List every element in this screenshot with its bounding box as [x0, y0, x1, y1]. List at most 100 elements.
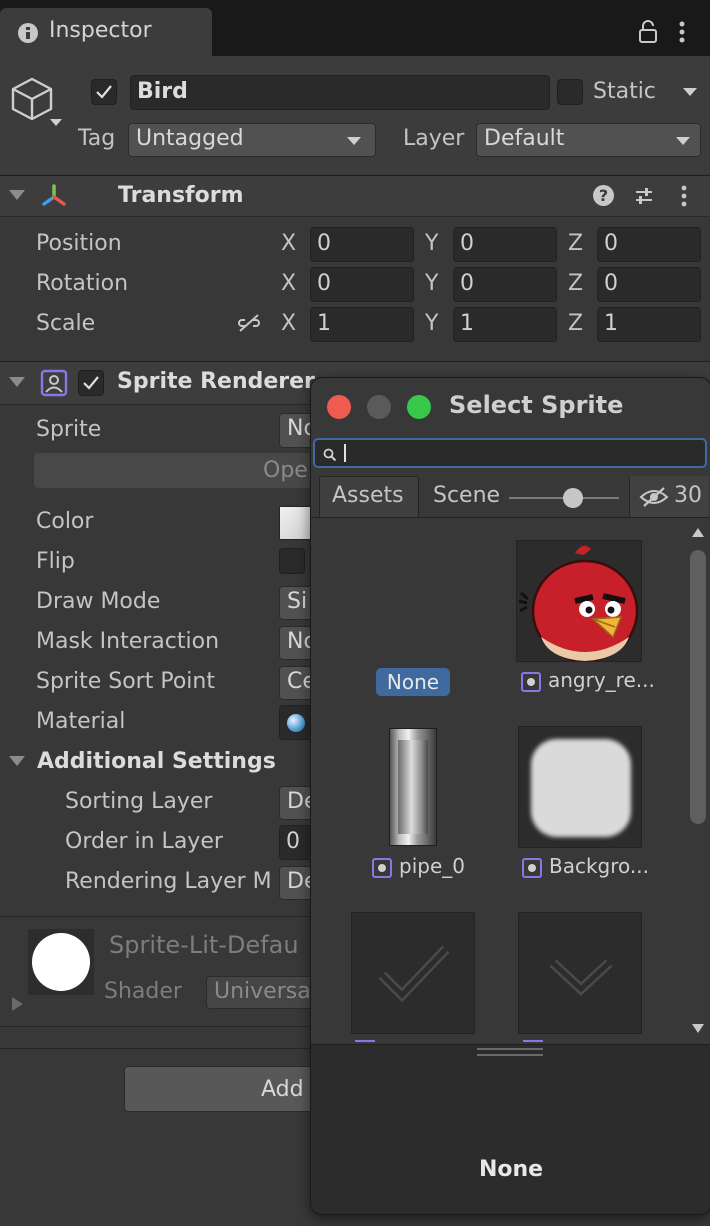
transform-axes-icon: [40, 183, 68, 215]
sprite-sort-point-label: Sprite Sort Point: [36, 669, 215, 694]
pipe-thumbnail-inner: [398, 740, 428, 834]
tag-dropdown[interactable]: Untagged: [128, 123, 376, 157]
position-x-field[interactable]: 0: [310, 227, 414, 262]
static-dropdown-arrow[interactable]: [683, 88, 697, 96]
object-name-text: Bird: [137, 79, 188, 104]
tab-scene[interactable]: Scene: [433, 483, 500, 508]
presets-icon[interactable]: [634, 186, 654, 210]
sprite-renderer-enabled-toggle[interactable]: [78, 370, 104, 396]
gameobject-cube-icon[interactable]: [10, 76, 54, 126]
minimize-window-button[interactable]: [367, 395, 391, 419]
shader-label: Shader: [104, 979, 182, 1004]
scale-z-field[interactable]: 1: [597, 307, 701, 342]
scroll-up-arrow[interactable]: [692, 528, 704, 537]
static-toggle[interactable]: [557, 79, 583, 105]
angry-red-sprite-item[interactable]: [516, 540, 642, 662]
scroll-down-arrow[interactable]: [692, 1024, 704, 1033]
rotation-x-label[interactable]: X: [281, 271, 296, 296]
layer-label: Layer: [403, 126, 465, 151]
position-y-field[interactable]: 0: [453, 227, 557, 262]
order-in-layer-value: 0: [286, 829, 300, 854]
close-window-button[interactable]: [327, 395, 351, 419]
flip-x-toggle[interactable]: [279, 548, 305, 574]
search-input[interactable]: [313, 438, 707, 468]
tab-menu-icon[interactable]: [678, 20, 686, 48]
sprite-label: Sprite: [36, 417, 102, 442]
position-x-value: 0: [317, 231, 331, 256]
chevron-sprite-item[interactable]: [518, 912, 642, 1034]
angry-bird-thumbnail: [518, 545, 639, 661]
background-thumbnail: [531, 739, 631, 837]
color-label: Color: [36, 509, 94, 534]
component-menu-icon[interactable]: [680, 185, 688, 211]
scale-y-value: 1: [460, 311, 474, 336]
text-cursor: [344, 444, 346, 462]
position-label: Position: [36, 231, 122, 256]
help-icon[interactable]: ?: [593, 185, 614, 206]
select-sprite-window[interactable]: Select Sprite Assets Scene 30 None angry…: [310, 377, 710, 1215]
scale-x-field[interactable]: 1: [310, 307, 414, 342]
rotation-label: Rotation: [36, 271, 129, 296]
hidden-count: 30: [674, 483, 702, 508]
lock-icon[interactable]: [638, 20, 658, 48]
tag-label: Tag: [78, 126, 116, 151]
resize-handle[interactable]: [477, 1048, 543, 1056]
material-foldout-icon[interactable]: [12, 997, 23, 1011]
zoom-slider[interactable]: [509, 488, 619, 508]
sprite-type-icon: [372, 858, 392, 878]
position-y-value: 0: [460, 231, 474, 256]
additional-settings-foldout-icon[interactable]: [9, 756, 25, 766]
position-y-label[interactable]: Y: [425, 231, 438, 256]
grid-scrollbar[interactable]: [687, 524, 709, 1038]
position-z-label[interactable]: Z: [568, 231, 583, 256]
chevron-down-icon: [676, 137, 690, 145]
scale-z-value: 1: [604, 311, 618, 336]
layer-dropdown[interactable]: Default: [476, 123, 701, 157]
scale-y-field[interactable]: 1: [453, 307, 557, 342]
material-preview-sphere: [32, 933, 90, 991]
search-icon: [323, 447, 337, 466]
sprite-type-icon: [521, 672, 541, 692]
scrollbar-thumb[interactable]: [690, 550, 706, 824]
background-sprite-item[interactable]: [518, 726, 642, 848]
rotation-y-field[interactable]: 0: [453, 267, 557, 302]
none-item-label[interactable]: None: [376, 668, 450, 696]
foldout-arrow-icon[interactable]: [9, 377, 25, 387]
scale-x-label[interactable]: X: [281, 311, 296, 336]
foldout-arrow-icon[interactable]: [9, 190, 25, 200]
sprite-renderer-title: Sprite Renderer: [117, 369, 315, 394]
zoom-slider-thumb[interactable]: [563, 488, 583, 508]
scale-z-label[interactable]: Z: [568, 311, 583, 336]
shader-value: Universa: [214, 979, 311, 1004]
background-label: Backgro...: [549, 854, 649, 878]
rotation-y-label[interactable]: Y: [425, 271, 438, 296]
additional-settings-title[interactable]: Additional Settings: [37, 749, 276, 774]
position-z-field[interactable]: 0: [597, 227, 701, 262]
pipe-label: pipe_0: [399, 854, 465, 878]
rotation-z-label[interactable]: Z: [568, 271, 583, 296]
inspector-tab-label: Inspector: [49, 18, 152, 43]
hidden-items-toggle[interactable]: 30: [629, 476, 709, 518]
mask-interaction-label: Mask Interaction: [36, 629, 220, 654]
icon-dropdown-arrow[interactable]: [50, 119, 62, 126]
tab-assets[interactable]: Assets: [319, 476, 419, 518]
checkmark-sprite-item[interactable]: [351, 912, 475, 1034]
constrain-proportions-icon[interactable]: [236, 312, 262, 338]
scale-y-label[interactable]: Y: [425, 311, 438, 336]
active-toggle[interactable]: [91, 79, 117, 105]
rotation-z-value: 0: [604, 271, 618, 296]
rotation-z-field[interactable]: 0: [597, 267, 701, 302]
rotation-y-value: 0: [460, 271, 474, 296]
rotation-x-field[interactable]: 0: [310, 267, 414, 302]
scale-label: Scale: [36, 311, 96, 336]
open-sprite-editor-button[interactable]: Ope: [34, 453, 334, 488]
position-x-label[interactable]: X: [281, 231, 296, 256]
zoom-window-button[interactable]: [407, 395, 431, 419]
pipe-sprite-item[interactable]: [389, 726, 437, 848]
inspector-tab[interactable]: Inspector: [0, 8, 212, 56]
object-name-input[interactable]: Bird: [130, 75, 550, 110]
chevron-down-icon: [549, 959, 613, 996]
preview-label: None: [478, 1157, 544, 1182]
asset-grid: None angry_re... pipe_0 Backgro...: [311, 518, 687, 1044]
draw-mode-label: Draw Mode: [36, 589, 161, 614]
